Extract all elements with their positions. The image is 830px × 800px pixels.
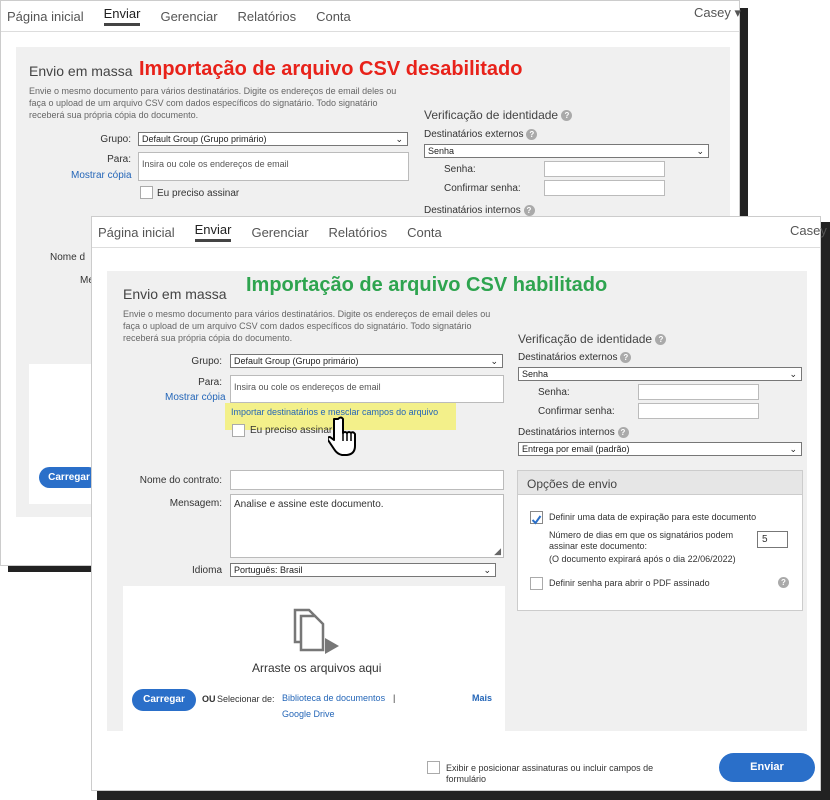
back-nav-account[interactable]: Conta bbox=[316, 9, 351, 24]
back-self-sign-checkbox[interactable] bbox=[140, 186, 153, 199]
back-self-sign-label: Eu preciso assinar bbox=[157, 188, 240, 199]
chevron-down-icon: ⌄ bbox=[490, 356, 498, 366]
chevron-down-icon: ⌄ bbox=[395, 134, 403, 144]
chevron-down-icon: ▾ bbox=[734, 5, 741, 20]
front-confirm-label: Confirmar senha: bbox=[538, 406, 615, 417]
back-user-menu[interactable]: Casey ▾ bbox=[694, 5, 741, 21]
or-label: OU bbox=[202, 694, 216, 704]
back-group-label: Grupo: bbox=[100, 134, 131, 145]
days-input[interactable]: 5 bbox=[757, 531, 788, 548]
back-group-select[interactable]: Default Group (Grupo primário) ⌄ bbox=[138, 132, 408, 146]
back-confirm-label: Confirmar senha: bbox=[444, 183, 521, 194]
back-password-label: Senha: bbox=[444, 164, 476, 175]
front-description: Envie o mesmo documento para vários dest… bbox=[123, 309, 491, 343]
front-nav-manage[interactable]: Gerenciar bbox=[251, 225, 308, 240]
pdf-password-label: Definir senha para abrir o PDF assinado bbox=[549, 578, 710, 588]
front-to-input[interactable]: Insira ou cole os endereços de email bbox=[230, 375, 504, 403]
document-icon bbox=[293, 608, 339, 654]
front-int-label: Destinatários internos ? bbox=[518, 427, 629, 438]
front-nav-reports[interactable]: Relatórios bbox=[329, 225, 388, 240]
back-nav-manage[interactable]: Gerenciar bbox=[160, 9, 217, 24]
front-ext-label: Destinatários externos ? bbox=[518, 352, 632, 363]
help-icon[interactable]: ? bbox=[526, 129, 538, 140]
back-password-input[interactable] bbox=[544, 161, 665, 177]
front-top-nav: Página inicial Enviar Gerenciar Relatóri… bbox=[98, 217, 820, 247]
front-confirm-input[interactable] bbox=[638, 403, 759, 419]
front-to-label: Para: bbox=[198, 377, 222, 388]
help-icon[interactable]: ? bbox=[778, 577, 789, 588]
message-label: Mensagem: bbox=[169, 498, 222, 509]
back-nav-send[interactable]: Enviar bbox=[103, 6, 141, 26]
help-icon[interactable]: ? bbox=[523, 205, 535, 216]
help-icon[interactable]: ? bbox=[620, 352, 632, 363]
front-upload-button[interactable]: Carregar bbox=[132, 689, 196, 711]
document-library-link[interactable]: Biblioteca de documentos bbox=[282, 693, 385, 703]
place-fields-checkbox[interactable] bbox=[427, 761, 440, 774]
back-nav-home[interactable]: Página inicial bbox=[7, 9, 84, 24]
back-top-nav: Página inicial Enviar Gerenciar Relatóri… bbox=[7, 1, 739, 31]
back-ext-label: Destinatários externos ? bbox=[424, 129, 538, 140]
help-icon[interactable]: ? bbox=[561, 110, 573, 122]
place-fields-label: Exibir e posicionar assinaturas ou inclu… bbox=[446, 763, 654, 784]
expiration-label: Definir uma data de expiração para este … bbox=[549, 512, 757, 522]
front-nav-account[interactable]: Conta bbox=[407, 225, 442, 240]
front-nav-send[interactable]: Enviar bbox=[194, 222, 232, 242]
chevron-down-icon: ⌄ bbox=[789, 444, 797, 454]
pdf-password-checkbox[interactable] bbox=[530, 577, 543, 590]
front-page-title: Envio em massa bbox=[123, 286, 227, 302]
hand-cursor-icon bbox=[328, 416, 356, 456]
help-icon[interactable]: ? bbox=[655, 334, 667, 346]
checkmark-icon bbox=[531, 515, 542, 525]
front-password-label: Senha: bbox=[538, 387, 570, 398]
front-self-sign-label: Eu preciso assinar bbox=[250, 425, 333, 436]
back-to-label: Para: bbox=[107, 154, 131, 165]
front-user-menu[interactable]: Casey bbox=[790, 223, 827, 238]
back-int-label: Destinatários internos ? bbox=[424, 205, 535, 216]
back-description: Envie o mesmo documento para vários dest… bbox=[29, 86, 397, 120]
front-show-copy-link[interactable]: Mostrar cópia bbox=[165, 392, 226, 403]
front-nav-home[interactable]: Página inicial bbox=[98, 225, 175, 240]
chevron-down-icon: ⌄ bbox=[789, 369, 797, 379]
front-csv-banner: Importação de arquivo CSV habilitado bbox=[246, 274, 608, 296]
back-id-title: Verificação de identidade ? bbox=[424, 108, 573, 122]
resize-handle-icon[interactable]: ◢ bbox=[494, 546, 501, 557]
contract-name-label: Nome do contrato: bbox=[139, 475, 222, 486]
send-options-title: Opções de envio bbox=[527, 477, 618, 491]
expiration-checkbox[interactable] bbox=[530, 511, 543, 525]
front-id-title: Verificação de identidade ? bbox=[518, 332, 667, 346]
contract-name-input[interactable] bbox=[230, 470, 504, 490]
drop-files-text: Arraste os arquivos aqui bbox=[252, 661, 382, 675]
language-select[interactable]: Português: Brasil ⌄ bbox=[230, 563, 496, 577]
back-to-input[interactable]: Insira ou cole os endereços de email bbox=[138, 152, 409, 181]
help-icon[interactable]: ? bbox=[617, 427, 629, 438]
back-nav-reports[interactable]: Relatórios bbox=[238, 9, 297, 24]
front-self-sign-checkbox[interactable] bbox=[232, 424, 245, 437]
front-password-input[interactable] bbox=[638, 384, 759, 400]
chevron-down-icon: ⌄ bbox=[696, 146, 704, 156]
front-window: Página inicial Enviar Gerenciar Relatóri… bbox=[91, 216, 830, 800]
back-confirm-input[interactable] bbox=[544, 180, 665, 196]
more-link[interactable]: Mais bbox=[472, 693, 492, 703]
google-drive-link[interactable]: Google Drive bbox=[282, 709, 335, 719]
back-csv-banner: Importação de arquivo CSV desabilitado bbox=[139, 58, 523, 80]
front-group-select[interactable]: Default Group (Grupo primário) ⌄ bbox=[230, 354, 503, 368]
expire-note: (O documento expirará após o dia 22/06/2… bbox=[549, 554, 736, 564]
select-from-label: Selecionar de: bbox=[217, 694, 275, 704]
back-show-copy-link[interactable]: Mostrar cópia bbox=[71, 170, 132, 181]
chevron-down-icon: ⌄ bbox=[483, 565, 491, 575]
link-separator: | bbox=[393, 693, 396, 703]
language-label: Idioma bbox=[191, 565, 222, 576]
front-group-label: Grupo: bbox=[191, 356, 222, 367]
back-ext-select[interactable]: Senha ⌄ bbox=[424, 144, 709, 158]
message-textarea[interactable]: Analise e assine este documento. ◢ bbox=[230, 494, 504, 558]
front-int-select[interactable]: Entrega por email (padrão) ⌄ bbox=[518, 442, 802, 456]
days-label: Número de dias em que os signatários pod… bbox=[549, 530, 734, 551]
front-ext-select[interactable]: Senha ⌄ bbox=[518, 367, 802, 381]
back-page-title: Envio em massa bbox=[29, 63, 133, 79]
send-button[interactable]: Enviar bbox=[719, 753, 815, 782]
back-name-label-partial: Nome d bbox=[50, 252, 86, 263]
back-upload-button[interactable]: Carregar bbox=[39, 467, 99, 488]
